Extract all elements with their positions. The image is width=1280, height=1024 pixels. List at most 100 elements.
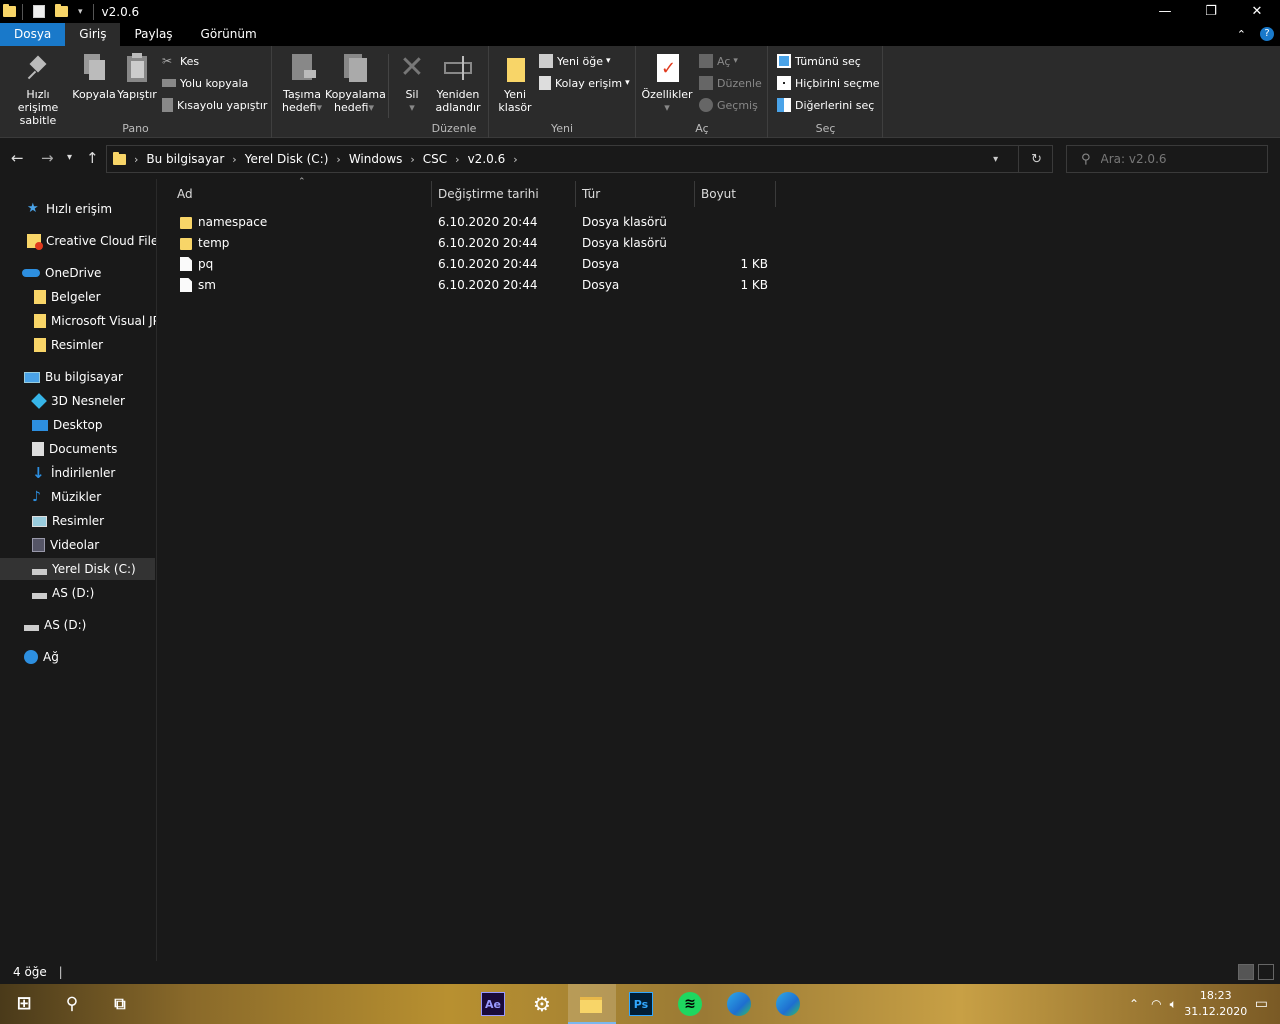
show-hidden-icons-chevron-icon[interactable]: ⌃: [1129, 997, 1139, 1011]
select-all-button[interactable]: Tümünü seç: [777, 52, 861, 70]
sidebar-item-creative-cloud[interactable]: Creative Cloud Files: [0, 230, 156, 252]
sidebar-item-downloads[interactable]: ↓ İndirilenler: [0, 462, 155, 484]
copy-button[interactable]: Kopyala: [72, 52, 116, 101]
file-icon: [180, 257, 192, 271]
rename-button[interactable]: Yeniden adlandır: [433, 52, 483, 114]
paste-button[interactable]: Yapıştır: [117, 52, 157, 101]
cut-button[interactable]: ✂ Kes: [162, 52, 199, 70]
divider: [1018, 146, 1020, 172]
chevron-right-icon[interactable]: ›: [232, 153, 236, 166]
after-effects-icon[interactable]: Ae: [481, 992, 505, 1016]
edit-button[interactable]: Düzenle: [699, 74, 762, 92]
clock[interactable]: 18:23 31.12.2020: [1181, 988, 1251, 1020]
open-button[interactable]: Aç ▾: [699, 52, 738, 70]
select-none-button[interactable]: Hiçbirini seçme: [777, 74, 880, 92]
address-history-chevron-icon[interactable]: ▾: [993, 154, 998, 165]
large-icons-view-icon[interactable]: [1258, 964, 1274, 980]
forward-arrow-icon[interactable]: →: [41, 149, 54, 167]
table-row[interactable]: pq 6.10.2020 20:44 Dosya 1 KB: [172, 254, 782, 275]
copy-to-button[interactable]: Kopyalama hedefi▾: [325, 52, 386, 114]
history-button[interactable]: Geçmiş: [699, 96, 758, 114]
sidebar-item-pictures[interactable]: Resimler: [0, 510, 155, 532]
settings-gear-icon[interactable]: ⚙: [530, 992, 554, 1016]
back-arrow-icon[interactable]: ←: [11, 149, 24, 167]
column-header-name[interactable]: Ad: [171, 181, 432, 207]
details-view-icon[interactable]: [1238, 964, 1254, 980]
sidebar-item-this-pc[interactable]: Bu bilgisayar: [0, 366, 155, 388]
help-icon[interactable]: ?: [1260, 27, 1274, 41]
chevron-right-icon[interactable]: ›: [455, 153, 459, 166]
photoshop-icon[interactable]: Ps: [629, 992, 653, 1016]
sidebar-item-documents[interactable]: Documents: [0, 438, 155, 460]
invert-selection-button[interactable]: Diğerlerini seç: [777, 96, 874, 114]
move-to-icon: [286, 52, 318, 84]
volume-icon[interactable]: 🔈︎: [1170, 997, 1177, 1012]
sidebar-item-quick-access[interactable]: ★ Hızlı erişim: [0, 198, 155, 220]
breadcrumb-item[interactable]: Yerel Disk (C:): [245, 152, 329, 166]
properties-button[interactable]: ✓ Özellikler ▾: [641, 52, 693, 114]
column-header-size[interactable]: Boyut: [695, 181, 776, 207]
sidebar-item-microsoft-visual[interactable]: Microsoft Visual JPP: [0, 310, 156, 332]
notification-center-icon[interactable]: ▭: [1255, 996, 1268, 1012]
sidebar-item-local-disk-c[interactable]: Yerel Disk (C:): [0, 558, 155, 580]
properties-check-icon[interactable]: [33, 5, 45, 18]
chevron-right-icon[interactable]: ›: [410, 153, 414, 166]
delete-button[interactable]: ✕ Sil ▾: [393, 52, 431, 115]
refresh-icon[interactable]: ↻: [1031, 152, 1042, 167]
sidebar-item-as-d-root[interactable]: AS (D:): [0, 614, 155, 636]
table-row[interactable]: temp 6.10.2020 20:44 Dosya klasörü: [172, 233, 782, 254]
sidebar-item-music[interactable]: ♪ Müzikler: [0, 486, 155, 508]
sidebar-item-3d-objects[interactable]: 3D Nesneler: [0, 390, 155, 412]
pin-quick-access-button[interactable]: Hızlı erişime sabitle: [6, 52, 70, 127]
tab-giris[interactable]: Giriş: [65, 23, 121, 46]
sidebar-item-onedrive[interactable]: OneDrive: [0, 262, 155, 284]
table-row[interactable]: sm 6.10.2020 20:44 Dosya 1 KB: [172, 275, 782, 296]
new-item-button[interactable]: Yeni öğe ▾: [539, 52, 611, 70]
customize-toolbar-icon[interactable]: ▾: [78, 7, 83, 17]
chevron-right-icon[interactable]: ›: [134, 153, 138, 166]
search-box[interactable]: ⚲: [1066, 145, 1268, 173]
edge-icon[interactable]: [776, 992, 800, 1016]
search-input[interactable]: [1100, 152, 1251, 166]
maximize-button[interactable]: ❐: [1188, 0, 1234, 23]
navigation-pane: ★ Hızlı erişim Creative Cloud Files OneDr…: [0, 179, 157, 961]
sidebar-item-as-d[interactable]: AS (D:): [0, 582, 155, 604]
new-folder-button[interactable]: Yeni klasör: [493, 52, 537, 114]
collapse-ribbon-icon[interactable]: ⌃: [1237, 23, 1246, 46]
sidebar-item-network[interactable]: Ağ: [0, 646, 155, 668]
breadcrumb-item[interactable]: CSC: [423, 152, 447, 166]
copy-path-button[interactable]: Yolu kopyala: [162, 74, 248, 92]
up-arrow-icon[interactable]: ↑: [86, 149, 99, 167]
windows-start-icon[interactable]: ⊞: [12, 992, 36, 1016]
paste-shortcut-button[interactable]: Kısayolu yapıştır: [162, 96, 267, 114]
column-header-date[interactable]: Değiştirme tarihi: [432, 181, 576, 207]
new-folder-icon[interactable]: [55, 4, 68, 17]
edge-icon[interactable]: [727, 992, 751, 1016]
sidebar-item-desktop[interactable]: Desktop: [0, 414, 155, 436]
tab-gorunum[interactable]: Görünüm: [187, 23, 271, 46]
system-tray: ⌃ ◠ 🔈︎ 18:23 31.12.2020 ▭: [1129, 984, 1280, 1024]
sidebar-item-belgeler[interactable]: Belgeler: [0, 286, 155, 308]
recent-locations-chevron-icon[interactable]: ▾: [67, 152, 72, 163]
easy-access-button[interactable]: Kolay erişim ▾: [539, 74, 630, 92]
chevron-right-icon[interactable]: ›: [513, 153, 517, 166]
address-bar[interactable]: › Bu bilgisayar › Yerel Disk (C:) › Wind…: [106, 145, 1053, 173]
breadcrumb-item[interactable]: v2.0.6: [468, 152, 506, 166]
task-view-icon[interactable]: ⧉: [108, 992, 132, 1016]
breadcrumb-item[interactable]: Windows: [349, 152, 403, 166]
breadcrumb-item[interactable]: Bu bilgisayar: [146, 152, 224, 166]
table-row[interactable]: namespace 6.10.2020 20:44 Dosya klasörü: [172, 212, 782, 233]
sidebar-item-videos[interactable]: Videolar: [0, 534, 155, 556]
close-button[interactable]: ✕: [1234, 0, 1280, 23]
tab-paylas[interactable]: Paylaş: [120, 23, 186, 46]
file-explorer-icon[interactable]: [580, 992, 604, 1016]
sidebar-item-resimler-onedrive[interactable]: Resimler: [0, 334, 155, 356]
spotify-icon[interactable]: ≋: [678, 992, 702, 1016]
tab-dosya[interactable]: Dosya: [0, 23, 66, 46]
column-header-type[interactable]: Tür: [576, 181, 695, 207]
search-icon[interactable]: ⚲: [60, 992, 84, 1016]
minimize-button[interactable]: —: [1142, 0, 1188, 23]
move-to-button[interactable]: Taşıma hedefi▾: [279, 52, 325, 114]
chevron-right-icon[interactable]: ›: [336, 153, 340, 166]
wifi-icon[interactable]: ◠: [1151, 997, 1161, 1011]
